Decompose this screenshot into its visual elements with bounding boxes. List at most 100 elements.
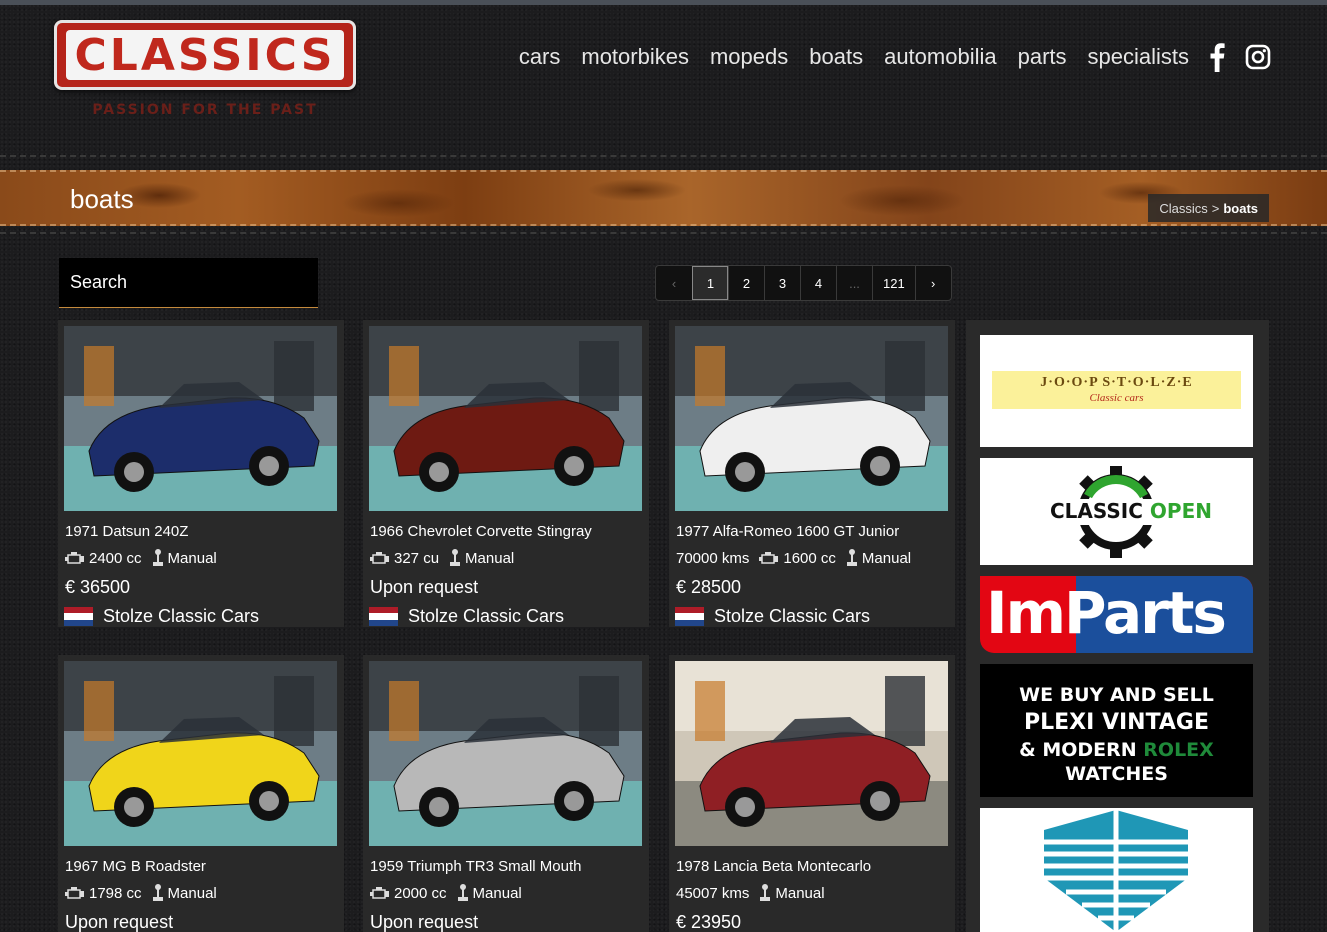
nav-specialists[interactable]: specialists [1088, 44, 1189, 70]
gear-shift-icon [450, 549, 461, 566]
nav-automobilia[interactable]: automobilia [884, 44, 997, 70]
listing-specs: 70000 kms 1600 cc Manual [675, 549, 949, 567]
engine-icon [65, 886, 84, 899]
listing-photo[interactable] [64, 661, 337, 846]
listing-specs: 2000 cc Manual [369, 884, 643, 902]
pagination-prev[interactable]: ‹ [656, 266, 692, 300]
listing-price: Upon request [65, 912, 174, 932]
listing-engine: 1798 cc [65, 885, 142, 902]
pagination: ‹ 1 2 3 4 ... 121 › [655, 265, 952, 301]
listing-photo[interactable] [369, 661, 642, 846]
listing-seller[interactable]: Stolze Classic Cars [64, 606, 338, 627]
imparts-logo-text: ImParts [986, 579, 1227, 647]
pagination-page-3[interactable]: 3 [764, 266, 800, 300]
site-logo[interactable]: CLASSICS PASSION FOR THE PAST [54, 20, 356, 120]
listing-card[interactable]: 1966 Chevrolet Corvette Stingray 327 cu Ma… [363, 320, 649, 627]
rolex-ad[interactable]: WE BUY AND SELL PLEXI VINTAGE & MODERN R… [980, 664, 1253, 797]
logo-tagline: PASSION FOR THE PAST [92, 102, 318, 118]
building-logo-ad[interactable] [980, 808, 1253, 932]
building-logo-icon [1044, 810, 1188, 932]
nav-motorbikes[interactable]: motorbikes [581, 44, 689, 70]
listing-mileage: 45007 kms [676, 884, 750, 902]
listing-specs: 2400 cc Manual [64, 549, 338, 567]
classic-open-ad[interactable]: CLASSIC OPEN [980, 458, 1253, 565]
classic-open-text: CLASSIC OPEN [1050, 499, 1212, 523]
listing-engine: 2000 cc [370, 885, 447, 902]
rolex-ad-line3: & MODERN ROLEX [1019, 739, 1214, 761]
listing-price: € 28500 [676, 577, 742, 597]
listing-seller[interactable]: Stolze Classic Cars [675, 606, 949, 627]
listing-photo[interactable] [675, 661, 948, 846]
listing-title[interactable]: 1971 Datsun 240Z [64, 523, 338, 540]
pagination-next[interactable]: › [914, 266, 951, 300]
page-banner: boats Classics > boats [0, 170, 1327, 226]
listing-transmission: Manual [457, 884, 522, 902]
listing-transmission: Manual [846, 549, 911, 567]
breadcrumb-separator: > [1211, 200, 1220, 216]
listing-card[interactable]: 1978 Lancia Beta Montecarlo 45007 kms Manu… [669, 655, 955, 932]
pagination-page-4[interactable]: 4 [800, 266, 836, 300]
rolex-ad-line1: WE BUY AND SELL [1019, 684, 1214, 706]
listing-title[interactable]: 1966 Chevrolet Corvette Stingray [369, 523, 643, 540]
engine-icon [370, 886, 389, 899]
pagination-ellipsis: ... [836, 266, 872, 300]
engine-icon [65, 551, 84, 564]
listing-card[interactable]: 1959 Triumph TR3 Small Mouth 2000 cc Manua… [363, 655, 649, 932]
logo-badge: CLASSICS [54, 20, 356, 90]
nav-parts[interactable]: parts [1018, 44, 1067, 70]
instagram-icon[interactable] [1245, 44, 1271, 70]
search-input[interactable]: Search [59, 258, 318, 308]
listing-photo[interactable] [675, 326, 948, 511]
listing-card[interactable]: 1971 Datsun 240Z 2400 cc Manual € 36500 Stol… [58, 320, 344, 627]
listing-price: € 23950 [676, 912, 742, 932]
joop-stolze-ad[interactable]: J·O·O·P S·T·O·L·Z·E Classic cars [980, 335, 1253, 447]
breadcrumb-root[interactable]: Classics [1159, 201, 1207, 216]
listing-engine: 1600 cc [759, 550, 836, 567]
listing-photo[interactable] [369, 326, 642, 511]
listing-transmission: Manual [759, 884, 825, 902]
imparts-ad[interactable]: ImParts [980, 576, 1253, 653]
nav-cars[interactable]: cars [519, 44, 561, 70]
listing-price: Upon request [370, 577, 479, 597]
gear-shift-icon [846, 549, 857, 566]
listing-title[interactable]: 1977 Alfa-Romeo 1600 GT Junior [675, 523, 949, 540]
pagination-page-1[interactable]: 1 [692, 266, 728, 300]
pagination-page-2[interactable]: 2 [728, 266, 764, 300]
listing-engine: 327 cu [370, 550, 439, 567]
nav-boats[interactable]: boats [809, 44, 863, 70]
main-nav: cars motorbikes mopeds boats automobilia… [498, 42, 1271, 72]
facebook-icon[interactable] [1209, 42, 1225, 72]
nav-mopeds[interactable]: mopeds [710, 44, 788, 70]
listing-mileage: 70000 kms [676, 549, 750, 567]
gear-shift-icon [760, 884, 771, 901]
listing-specs: 1798 cc Manual [64, 884, 338, 902]
listing-price: Upon request [370, 912, 479, 932]
netherlands-flag-icon [675, 607, 704, 626]
listing-specs: 327 cu Manual [369, 549, 643, 567]
ad-sidebar: J·O·O·P S·T·O·L·Z·E Classic cars CLASSIC… [966, 320, 1269, 932]
rolex-ad-line2: PLEXI VINTAGE [1023, 710, 1209, 735]
listing-transmission: Manual [449, 549, 514, 567]
top-line [0, 0, 1327, 5]
listing-transmission: Manual [152, 884, 217, 902]
listing-title[interactable]: 1959 Triumph TR3 Small Mouth [369, 858, 643, 875]
header-divider [0, 155, 1327, 165]
netherlands-flag-icon [369, 607, 398, 626]
engine-icon [370, 551, 389, 564]
logo-text: CLASSICS [66, 30, 344, 81]
listing-specs: 45007 kms Manual [675, 884, 949, 902]
listing-seller[interactable]: Stolze Classic Cars [369, 606, 643, 627]
listing-photo[interactable] [64, 326, 337, 511]
listing-card[interactable]: 1967 MG B Roadster 1798 cc Manual Upon requ… [58, 655, 344, 932]
joop-stolze-text: J·O·O·P S·T·O·L·Z·E [1040, 375, 1193, 390]
gear-shift-icon [152, 884, 163, 901]
listing-transmission: Manual [152, 549, 217, 567]
joop-stolze-subtext: Classic cars [1089, 392, 1144, 404]
netherlands-flag-icon [64, 607, 93, 626]
listing-title[interactable]: 1978 Lancia Beta Montecarlo [675, 858, 949, 875]
listing-engine: 2400 cc [65, 550, 142, 567]
gear-shift-icon [457, 884, 468, 901]
pagination-page-last[interactable]: 121 [872, 266, 915, 300]
listing-card[interactable]: 1977 Alfa-Romeo 1600 GT Junior 70000 kms 1… [669, 320, 955, 627]
listing-title[interactable]: 1967 MG B Roadster [64, 858, 338, 875]
